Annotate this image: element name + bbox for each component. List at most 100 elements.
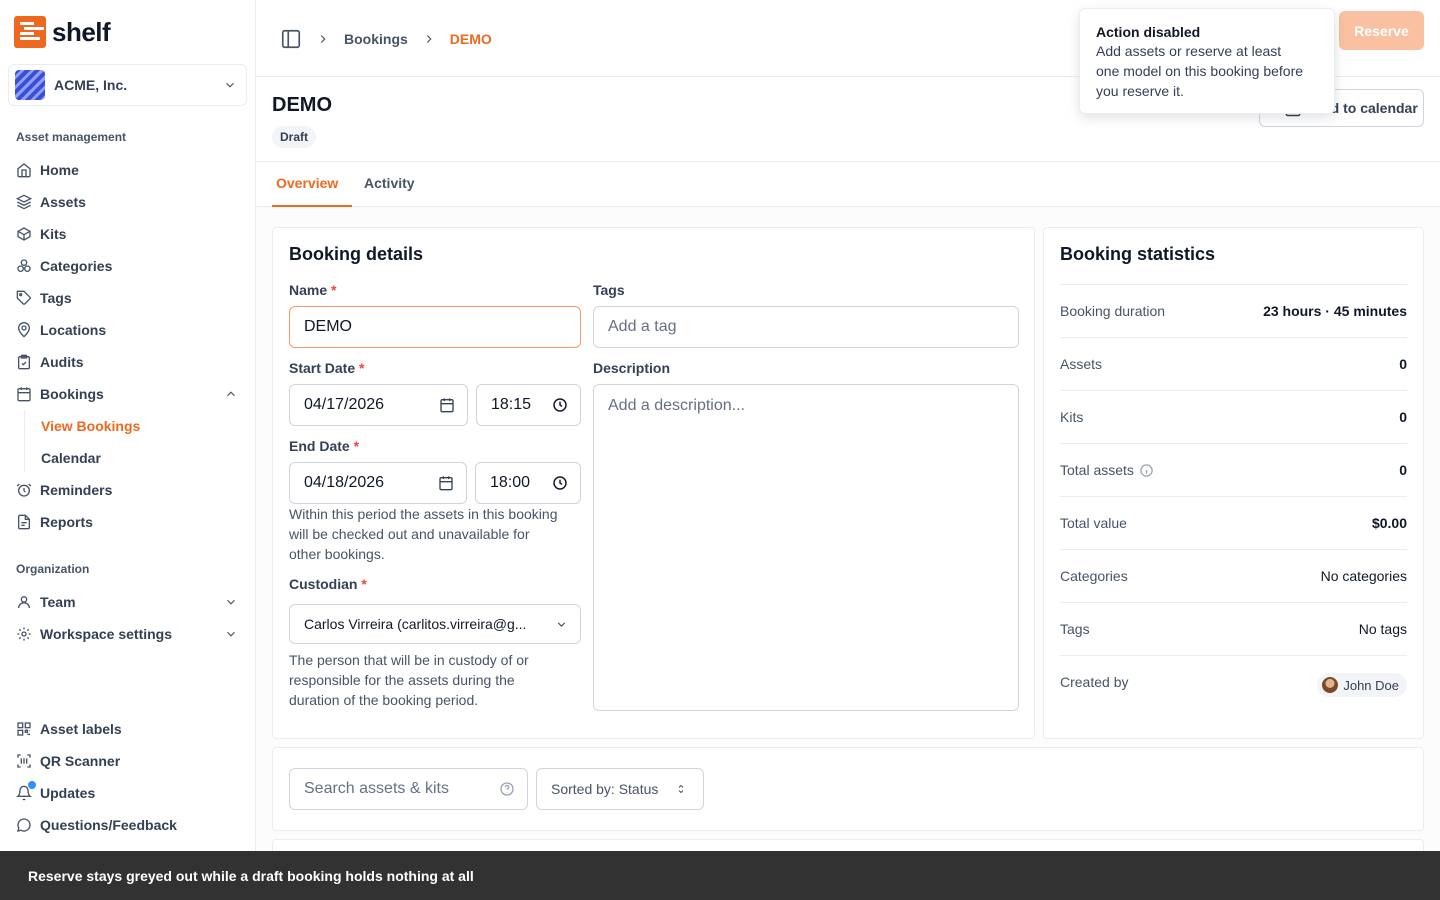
sidebar-subitem-calendar[interactable]: Calendar xyxy=(41,450,101,466)
label-text: Start Date xyxy=(289,360,356,376)
help-circle-icon[interactable] xyxy=(499,781,515,797)
tab-overview[interactable]: Overview xyxy=(276,175,338,191)
stat-row-kits: Kits 0 xyxy=(1060,391,1407,444)
stat-label: Booking duration xyxy=(1060,303,1166,319)
avatar xyxy=(1322,677,1339,693)
home-icon xyxy=(17,163,31,178)
sort-select[interactable]: Sorted by: Status xyxy=(536,768,704,810)
end-date-input[interactable]: 04/18/2026 xyxy=(289,462,467,504)
workspace-avatar xyxy=(15,70,45,100)
card-title: Booking statistics xyxy=(1060,244,1216,264)
start-date-value: 04/17/2026 xyxy=(304,396,385,413)
info-icon[interactable] xyxy=(1139,463,1154,478)
start-date-input[interactable]: 04/17/2026 xyxy=(289,384,468,426)
tags-input[interactable]: Add a tag xyxy=(593,306,1019,348)
sidebar-toggle-icon[interactable] xyxy=(280,28,302,50)
sidebar-item-workspace-settings[interactable]: Workspace settings xyxy=(16,622,240,646)
sidebar-item-kits[interactable]: Kits xyxy=(16,222,240,246)
required-mark: * xyxy=(361,576,367,592)
app-name: shelf xyxy=(52,16,111,47)
shelf-logo[interactable]: shelf xyxy=(14,16,111,48)
sidebar-item-asset-labels[interactable]: Asset labels xyxy=(16,717,240,741)
sidebar-item-qr-scanner[interactable]: QR Scanner xyxy=(16,749,240,773)
start-time-input[interactable]: 18:15 xyxy=(476,384,581,426)
sidebar-item-bookings[interactable]: Bookings xyxy=(16,382,240,406)
required-mark: * xyxy=(331,282,337,298)
sidebar-item-label: Workspace settings xyxy=(40,626,173,642)
custodian-label: Custodian * xyxy=(289,576,367,592)
calendar-icon xyxy=(17,387,31,402)
calendar-icon[interactable] xyxy=(438,475,454,491)
clock-icon[interactable] xyxy=(552,397,568,413)
stat-value: No categories xyxy=(1320,568,1407,584)
layers-icon xyxy=(16,194,32,210)
sidebar-item-locations[interactable]: Locations xyxy=(16,318,240,342)
stat-label: Total assets xyxy=(1060,462,1154,478)
toast-message: Reserve stays greyed out while a draft b… xyxy=(0,851,1440,900)
tag-icon xyxy=(16,290,31,305)
stat-row-created-by: Created by John Doe xyxy=(1060,656,1407,709)
alarm-clock-icon xyxy=(16,483,32,497)
tooltip-line: one model on this booking before xyxy=(1096,63,1304,79)
section-label-organization: Organization xyxy=(16,562,90,576)
clipboard-check-icon xyxy=(18,354,30,370)
sidebar-item-updates[interactable]: Updates xyxy=(16,781,240,805)
action-disabled-tooltip: Action disabled Add assets or reserve at… xyxy=(1079,8,1335,114)
sidebar-item-team[interactable]: Team xyxy=(16,590,240,614)
required-mark: * xyxy=(353,438,360,454)
tooltip-line: you reserve it. xyxy=(1096,83,1184,99)
reserve-button[interactable]: Reserve xyxy=(1339,11,1424,50)
map-pin-icon xyxy=(17,322,31,338)
custodian-value: Carlos Virreira (carlitos.virreira@g... xyxy=(304,616,527,632)
sidebar-item-label: Home xyxy=(40,162,79,178)
sidebar-item-label: Categories xyxy=(40,258,113,274)
sidebar-item-label: Audits xyxy=(40,354,84,370)
section-label-asset-management: Asset management xyxy=(16,130,127,144)
message-circle-icon xyxy=(17,818,31,832)
sidebar-item-categories[interactable]: Categories xyxy=(16,254,240,278)
help-line: The person that will be in custody of or xyxy=(289,652,529,668)
breadcrumb-bookings[interactable]: Bookings xyxy=(344,31,408,47)
workspace-name: ACME, Inc. xyxy=(54,77,128,93)
description-textarea[interactable]: Add a description... xyxy=(593,384,1019,711)
name-input[interactable]: DEMO xyxy=(289,306,581,348)
gear-icon xyxy=(17,627,31,641)
start-date-label: Start Date * xyxy=(289,360,364,376)
search-placeholder: Search assets & kits xyxy=(304,780,449,797)
page-title: DEMO xyxy=(272,94,332,116)
sidebar-item-tags[interactable]: Tags xyxy=(16,286,240,310)
help-line: responsible for the assets during the xyxy=(289,672,515,688)
stat-value: $0.00 xyxy=(1371,515,1407,531)
stat-row-categories: Categories No categories xyxy=(1060,550,1407,603)
stat-value: 0 xyxy=(1399,356,1407,372)
chevron-right-icon xyxy=(320,35,326,43)
calendar-icon[interactable] xyxy=(439,397,455,413)
workspace-switcher[interactable]: ACME, Inc. xyxy=(8,64,247,106)
updates-notification-dot xyxy=(28,781,36,789)
tab-activity[interactable]: Activity xyxy=(364,175,415,191)
sidebar-item-label: Assets xyxy=(40,194,86,210)
sidebar-item-label: Kits xyxy=(40,226,67,242)
sidebar-item-label: Reminders xyxy=(40,482,113,498)
search-input[interactable]: Search assets & kits xyxy=(289,768,528,810)
sidebar-item-audits[interactable]: Audits xyxy=(16,350,240,374)
custodian-select[interactable]: Carlos Virreira (carlitos.virreira@g... xyxy=(289,604,581,644)
end-time-input[interactable]: 18:00 xyxy=(475,462,581,504)
tooltip-line: Add assets or reserve at least xyxy=(1096,43,1282,59)
user-chip[interactable]: John Doe xyxy=(1317,673,1407,697)
booking-period-help: Within this period the assets in this bo… xyxy=(289,504,557,564)
package-icon xyxy=(17,227,31,241)
sidebar-item-questions-feedback[interactable]: Questions/Feedback xyxy=(16,813,240,837)
shapes-icon xyxy=(17,259,31,272)
help-line: Within this period the assets in this bo… xyxy=(289,506,558,522)
sidebar-item-label: Updates xyxy=(40,785,96,801)
breadcrumb-current: DEMO xyxy=(449,31,492,47)
card-title: Booking details xyxy=(289,244,424,264)
sidebar-subitem-view-bookings[interactable]: View Bookings xyxy=(41,418,140,434)
chevron-right-icon xyxy=(426,35,432,43)
sidebar-item-reminders[interactable]: Reminders xyxy=(16,478,240,502)
sidebar-item-reports[interactable]: Reports xyxy=(16,510,240,534)
clock-icon[interactable] xyxy=(552,475,568,491)
sidebar-item-assets[interactable]: Assets xyxy=(16,190,240,214)
sidebar-item-home[interactable]: Home xyxy=(16,158,240,182)
